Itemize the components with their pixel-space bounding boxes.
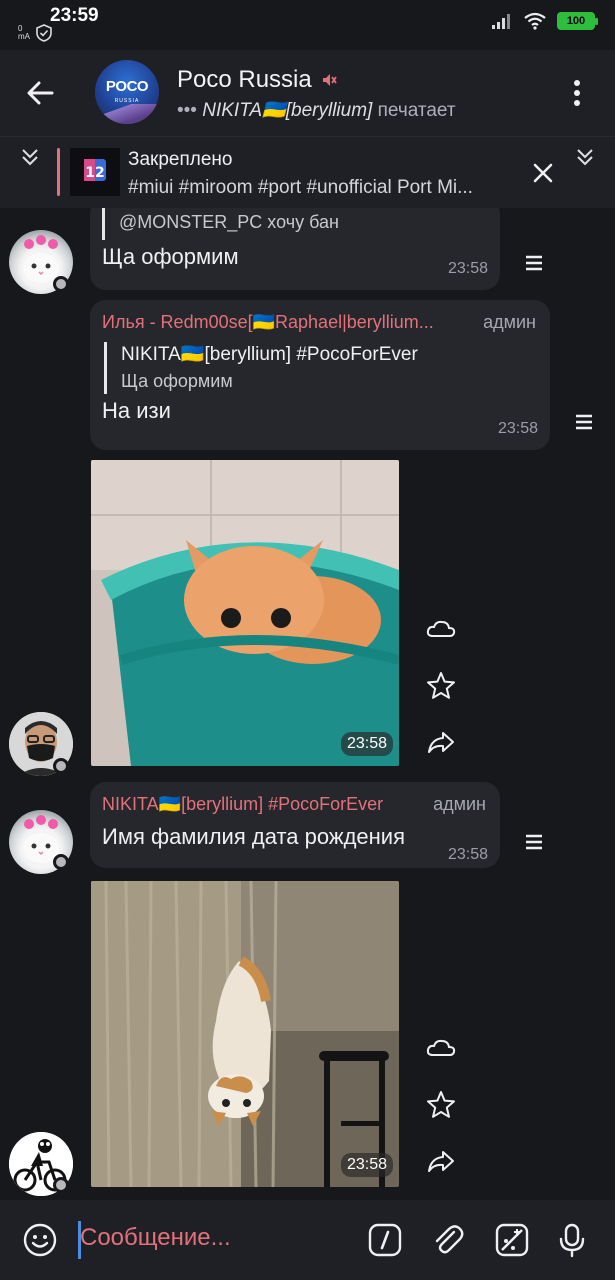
pinned-text: #miui #miroom #port #unofficial Port Mi.… bbox=[128, 177, 473, 198]
pinned-thumbnail: 12 bbox=[70, 148, 120, 196]
pin-indicator bbox=[57, 148, 60, 196]
status-dot bbox=[53, 758, 69, 774]
message-bubble[interactable]: NIKITA🇺🇦[beryllium] #PocoForEver админ И… bbox=[90, 782, 500, 868]
scroll-down-chevrons-icon[interactable] bbox=[573, 145, 597, 169]
attach-icon[interactable] bbox=[430, 1222, 466, 1258]
sender-name[interactable]: NIKITA🇺🇦[beryllium] #PocoForEver bbox=[102, 794, 422, 815]
cloud-icon[interactable] bbox=[423, 1031, 459, 1067]
status-dot bbox=[53, 854, 69, 870]
current-readout: 0 mA bbox=[18, 24, 30, 41]
bot-commands-icon[interactable] bbox=[367, 1222, 403, 1258]
message-text: Ща оформим bbox=[102, 244, 239, 269]
wifi-icon bbox=[524, 12, 546, 30]
photo-time: 23:58 bbox=[340, 1153, 393, 1177]
microphone-icon[interactable] bbox=[554, 1222, 590, 1258]
menu-lines-icon[interactable] bbox=[516, 245, 552, 281]
message-bubble[interactable]: @MONSTER_PC хочу бан Ща оформим 23:58 bbox=[90, 208, 500, 290]
chat-area[interactable]: @MONSTER_PC хочу бан Ща оформим 23:58 Ил… bbox=[0, 208, 615, 1200]
pinned-title: Закреплено bbox=[128, 149, 233, 170]
chat-title[interactable]: Poco Russia bbox=[177, 66, 338, 94]
collapse-chevrons-icon[interactable] bbox=[18, 145, 42, 169]
signal-icon bbox=[492, 14, 510, 29]
message-time: 23:58 bbox=[447, 260, 488, 277]
share-icon[interactable] bbox=[423, 724, 459, 760]
shield-check-icon bbox=[36, 24, 52, 42]
sender-name[interactable]: Илья - Redm00se[🇺🇦Raphael|beryllium... bbox=[102, 312, 457, 333]
sticker-icon[interactable] bbox=[494, 1222, 530, 1258]
message-time: 23:58 bbox=[497, 420, 538, 437]
status-bar: 23:59 0 mA 100 bbox=[0, 0, 615, 50]
more-vertical-icon[interactable] bbox=[559, 75, 595, 111]
back-arrow-icon[interactable] bbox=[22, 75, 58, 111]
message-time: 23:58 bbox=[447, 846, 488, 863]
close-icon[interactable] bbox=[528, 158, 558, 188]
menu-lines-icon[interactable] bbox=[566, 404, 602, 440]
message-input[interactable]: Сообщение... bbox=[80, 1224, 231, 1252]
message-text: Имя фамилия дата рождения bbox=[102, 824, 405, 849]
clock: 23:59 bbox=[50, 5, 99, 26]
message-input-bar: Сообщение... bbox=[0, 1200, 615, 1280]
reply-quote[interactable]: NIKITA🇺🇦[beryllium] #PocoForEver Ща офор… bbox=[104, 342, 418, 394]
reply-quote[interactable]: @MONSTER_PC хочу бан bbox=[102, 208, 339, 240]
photo-cat-in-bowl[interactable]: 23:58 bbox=[91, 460, 399, 766]
group-avatar[interactable]: POCO RUSSIA bbox=[95, 60, 159, 124]
status-dot bbox=[53, 276, 69, 292]
star-icon[interactable] bbox=[423, 1087, 459, 1123]
admin-badge: админ bbox=[433, 794, 486, 814]
admin-badge: админ bbox=[483, 312, 536, 332]
message-text: На изи bbox=[102, 398, 171, 423]
chat-header: POCO RUSSIA Poco Russia ••• NIKITA🇺🇦[bery… bbox=[0, 50, 615, 136]
photo-time: 23:58 bbox=[340, 732, 393, 756]
miroom-logo-icon: 12 bbox=[84, 159, 106, 181]
message-bubble[interactable]: Илья - Redm00se[🇺🇦Raphael|beryllium... а… bbox=[90, 300, 550, 450]
svg-text:12: 12 bbox=[85, 165, 104, 181]
battery-icon: 100 bbox=[557, 12, 598, 30]
menu-lines-icon[interactable] bbox=[516, 824, 552, 860]
status-dot bbox=[53, 1177, 69, 1193]
cloud-icon[interactable] bbox=[423, 612, 459, 648]
share-icon[interactable] bbox=[423, 1143, 459, 1179]
typing-status: ••• NIKITA🇺🇦[beryllium] печатает bbox=[177, 100, 456, 121]
star-icon[interactable] bbox=[423, 668, 459, 704]
emoji-icon[interactable] bbox=[22, 1222, 58, 1258]
pinned-message-bar[interactable]: 12 Закреплено #miui #miroom #port #unoff… bbox=[0, 136, 615, 208]
photo-cat-upside-down[interactable]: 23:58 bbox=[91, 881, 399, 1187]
muted-icon bbox=[322, 74, 337, 86]
